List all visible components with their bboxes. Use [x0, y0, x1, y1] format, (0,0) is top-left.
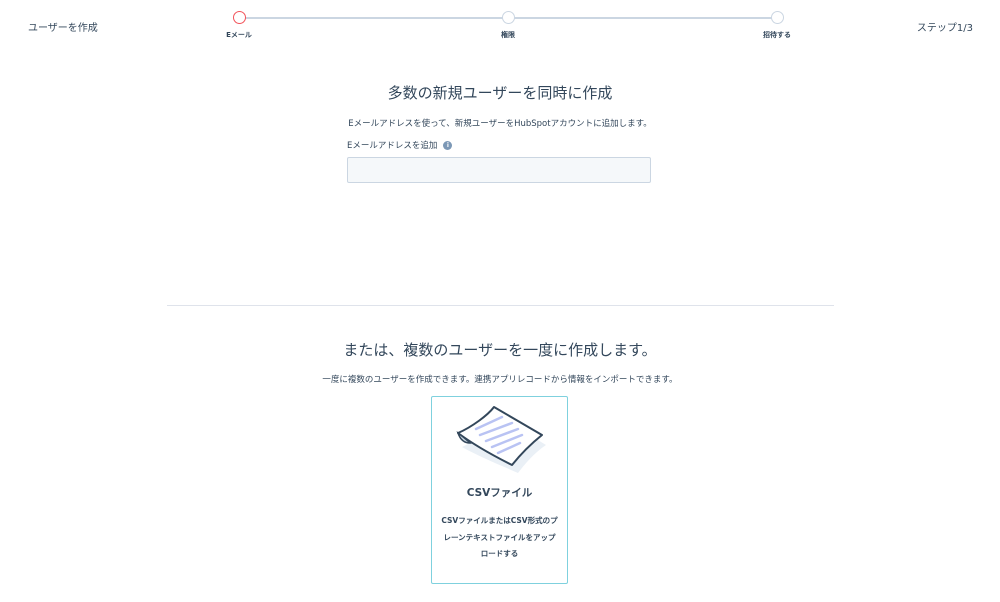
email-field-label: Eメールアドレスを追加 i: [347, 139, 453, 151]
step-email[interactable]: Eメール: [199, 11, 279, 40]
step-permissions-label: 権限: [501, 31, 515, 39]
email-field-label-text: Eメールアドレスを追加: [347, 141, 438, 151]
page-title: ユーザーを作成: [28, 23, 98, 34]
step-permissions-dot: [501, 11, 515, 24]
step-invite-label: 招待する: [763, 31, 791, 39]
csv-card-title: CSVファイル: [466, 487, 533, 499]
bulk-create-description: Eメールアドレスを使って、新規ユーザーをHubSpotアカウントに追加します。: [348, 119, 652, 129]
step-counter: ステップ1/3: [916, 23, 973, 34]
import-title: または、複数のユーザーを一度に作成します。: [343, 341, 657, 359]
csv-card-description: CSVファイルまたはCSV形式のプレーンテキストファイルをアップロードする: [441, 516, 558, 558]
section-divider: [167, 305, 834, 306]
step-permissions[interactable]: 権限: [468, 11, 548, 40]
step-email-label: Eメール: [226, 31, 252, 39]
csv-file-option[interactable]: CSVファイル CSVファイルまたはCSV形式のプレーンテキストファイルをアップ…: [431, 396, 568, 584]
csv-file-illustration-icon: [456, 406, 546, 473]
step-invite-dot: [770, 11, 784, 24]
info-icon[interactable]: i: [443, 140, 453, 150]
email-addresses-input[interactable]: [347, 157, 651, 183]
bulk-create-title: 多数の新規ユーザーを同時に作成: [387, 84, 613, 102]
wizard-header: ユーザーを作成 Eメール 権限 招待する ステップ1/3: [0, 0, 1000, 50]
step-invite[interactable]: 招待する: [737, 11, 817, 40]
step-email-dot: [232, 11, 246, 24]
import-description: 一度に複数のユーザーを作成できます。連携アプリレコードから情報をインポートできま…: [322, 375, 678, 385]
